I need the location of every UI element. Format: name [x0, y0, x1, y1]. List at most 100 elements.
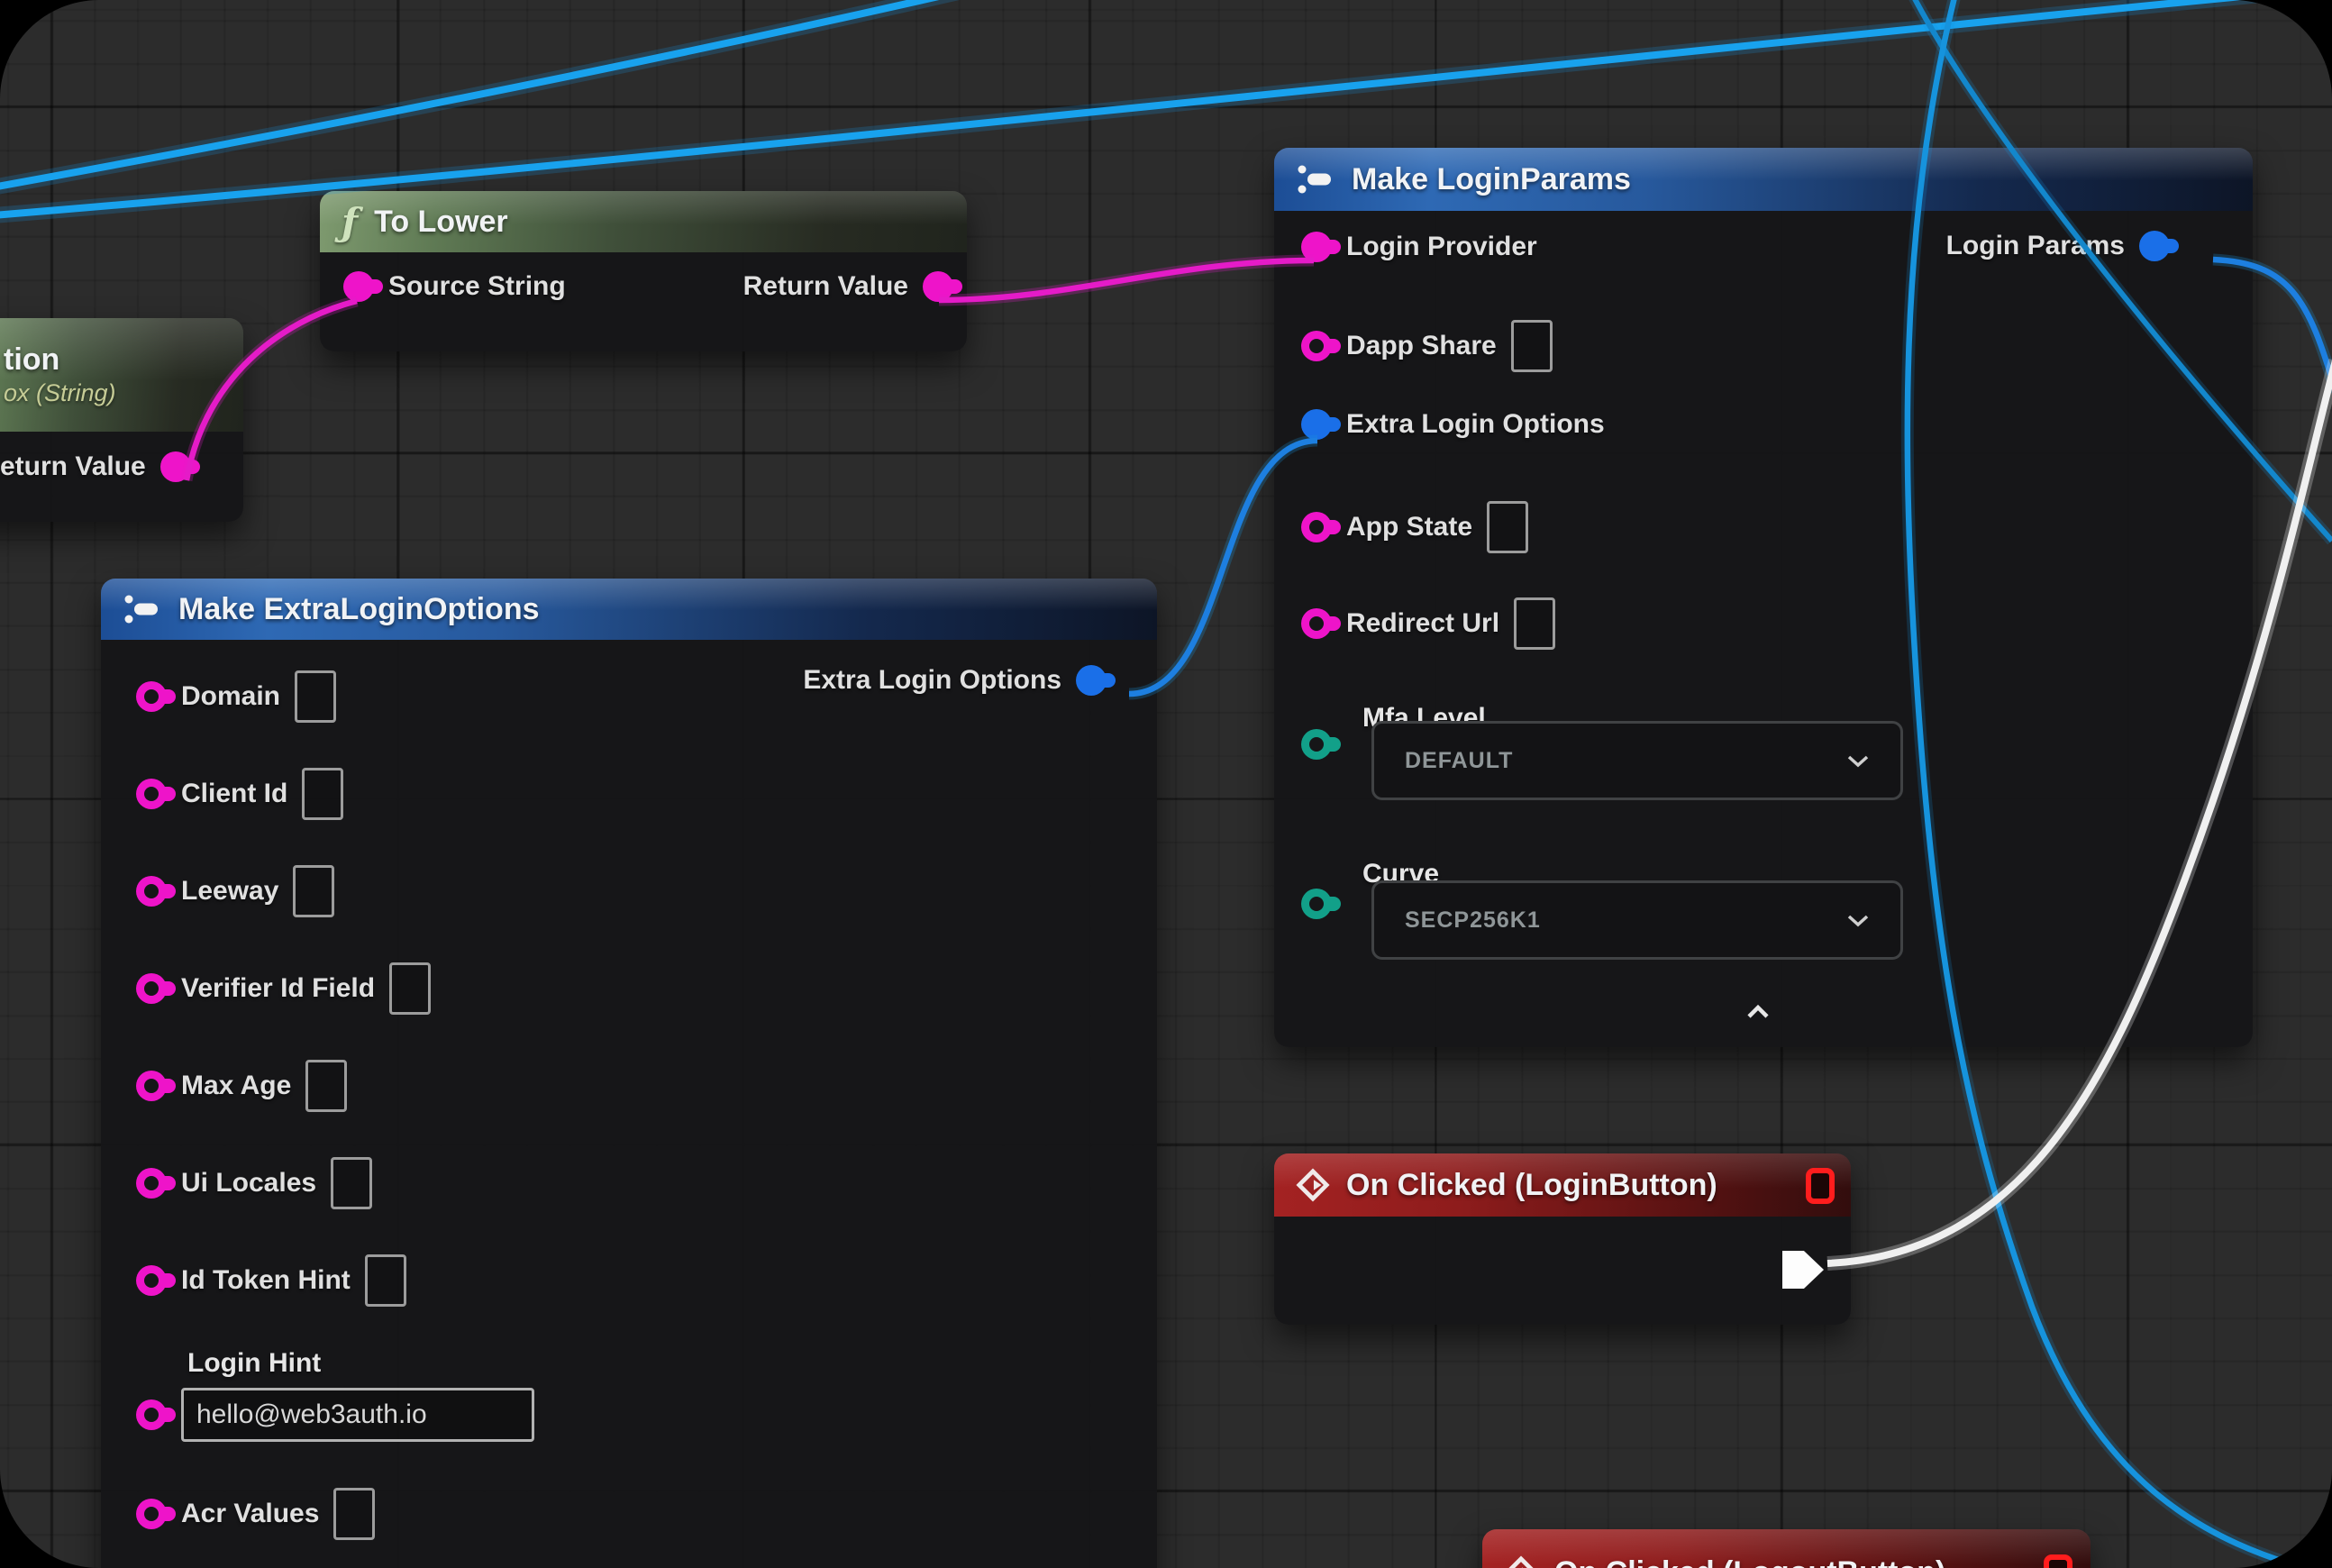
domain-value-box[interactable] — [295, 670, 336, 723]
pin-label: Login Provider — [1346, 232, 1537, 262]
app-state-pin[interactable] — [1301, 512, 1332, 542]
curve-dropdown[interactable]: SECP256K1 — [1371, 880, 1903, 960]
leeway-value-box[interactable] — [293, 865, 334, 917]
dropdown-value: DEFAULT — [1405, 748, 1513, 774]
pin-row-mfa-level — [1301, 729, 1332, 760]
max-age-pin[interactable] — [136, 1071, 167, 1101]
dapp-share-pin[interactable] — [1301, 331, 1332, 361]
pin-row-domain: Domain — [136, 670, 336, 723]
event-diamond-icon — [1296, 1168, 1330, 1202]
node-on-clicked-logout-button[interactable]: On Clicked (LogoutButton) — [1482, 1529, 2091, 1568]
login-hint-label: Login Hint — [187, 1348, 321, 1379]
node-partial-function[interactable]: tion ox (String) — [0, 318, 243, 522]
ui-locales-value-box[interactable] — [331, 1157, 372, 1209]
dapp-share-value-box[interactable] — [1511, 320, 1553, 372]
pin-row-ui-locales: Ui Locales — [136, 1157, 372, 1209]
return-value-pin[interactable] — [160, 451, 191, 482]
mfa-level-pin[interactable] — [1301, 729, 1332, 760]
pin-row-redirect-url: Redirect Url — [1301, 597, 1555, 650]
pin-label: Domain — [181, 681, 280, 712]
chevron-down-icon — [1846, 914, 1870, 927]
login-hint-pin[interactable] — [136, 1399, 167, 1430]
verifier-id-field-pin[interactable] — [136, 973, 167, 1004]
app-state-value-box[interactable] — [1487, 501, 1528, 553]
extra-login-options-output-row: Extra Login Options — [803, 665, 1107, 696]
login-params-output-row: Login Params — [1946, 231, 2170, 261]
pin-row-id-token-hint: Id Token Hint — [136, 1254, 406, 1307]
return-value-pin[interactable] — [923, 271, 953, 302]
node-on-clicked-login-header[interactable]: On Clicked (LoginButton) — [1274, 1153, 1851, 1217]
dropdown-value: SECP256K1 — [1405, 907, 1541, 934]
collapse-pins-button[interactable] — [1744, 1004, 1772, 1025]
pin-label: Id Token Hint — [181, 1265, 351, 1296]
node-subtitle: ox (String) — [4, 379, 116, 407]
chevron-down-icon — [1846, 754, 1870, 768]
exec-out-pin[interactable] — [1782, 1251, 1824, 1289]
id-token-hint-pin[interactable] — [136, 1265, 167, 1296]
node-on-clicked-login-button[interactable]: On Clicked (LoginButton) — [1274, 1153, 1851, 1325]
widget-bind-icon[interactable] — [2044, 1554, 2072, 1568]
pin-label: Redirect Url — [1346, 608, 1499, 639]
pin-row-app-state: App State — [1301, 501, 1528, 553]
curve-pin[interactable] — [1301, 889, 1332, 919]
pin-row-curve — [1301, 889, 1332, 919]
node-title: tion — [4, 342, 59, 378]
max-age-value-box[interactable] — [305, 1060, 347, 1112]
id-token-hint-value-box[interactable] — [365, 1254, 406, 1307]
pin-label: Source String — [388, 271, 566, 302]
pin-row-extra-login-options-in: Extra Login Options — [1301, 409, 1605, 440]
source-string-pin[interactable] — [343, 271, 374, 302]
partial-function-output-row: eturn Value — [0, 451, 191, 482]
client-id-value-box[interactable] — [302, 768, 343, 820]
node-partial-function-header[interactable]: tion ox (String) — [0, 318, 243, 432]
pin-label: Max Age — [181, 1071, 291, 1101]
pin-row-leeway: Leeway — [136, 865, 334, 917]
leeway-pin[interactable] — [136, 876, 167, 907]
pin-label: Ui Locales — [181, 1168, 316, 1199]
pin-label: Acr Values — [181, 1499, 319, 1529]
wire-diagonal-blue-1[interactable] — [0, 0, 982, 189]
client-id-pin[interactable] — [136, 779, 167, 809]
ui-locales-pin[interactable] — [136, 1168, 167, 1199]
pin-label: Dapp Share — [1346, 331, 1497, 361]
redirect-url-pin[interactable] — [1301, 608, 1332, 639]
node-to-lower-header[interactable]: ƒ To Lower — [320, 191, 967, 252]
login-hint-input[interactable] — [181, 1388, 534, 1442]
login-provider-pin[interactable] — [1301, 232, 1332, 262]
to-lower-input-row: Source String — [343, 271, 566, 302]
make-struct-icon — [1296, 161, 1335, 197]
login-params-out-pin[interactable] — [2139, 231, 2170, 261]
pin-label: App State — [1346, 512, 1472, 542]
pin-row-dapp-share: Dapp Share — [1301, 320, 1553, 372]
extra-login-options-in-pin[interactable] — [1301, 409, 1332, 440]
pin-row-verifier-id-field: Verifier Id Field — [136, 962, 431, 1015]
pin-label: Login Params — [1946, 231, 2125, 261]
pin-row-login-hint — [136, 1388, 534, 1442]
extra-login-options-out-pin[interactable] — [1076, 665, 1107, 696]
to-lower-output-row: Return Value — [743, 271, 953, 302]
redirect-url-value-box[interactable] — [1514, 597, 1555, 650]
mfa-level-dropdown[interactable]: DEFAULT — [1371, 721, 1903, 800]
node-make-login-params-header[interactable]: Make LoginParams — [1274, 148, 2253, 211]
pin-row-client-id: Client Id — [136, 768, 343, 820]
blueprint-canvas[interactable]: tion ox (String) eturn Value ƒ To Lower … — [0, 0, 2332, 1568]
pure-function-icon: ƒ — [342, 200, 358, 244]
verifier-id-field-value-box[interactable] — [389, 962, 431, 1015]
pin-label: eturn Value — [0, 451, 146, 482]
acr-values-value-box[interactable] — [333, 1488, 375, 1540]
domain-pin[interactable] — [136, 681, 167, 712]
wire-return-value-to-login-provider[interactable] — [939, 260, 1314, 300]
acr-values-pin[interactable] — [136, 1499, 167, 1529]
pin-label: Leeway — [181, 876, 278, 907]
node-title: Make LoginParams — [1352, 162, 1631, 197]
pin-row-max-age: Max Age — [136, 1060, 347, 1112]
make-struct-icon — [123, 591, 162, 627]
node-make-extra-login-options-header[interactable]: Make ExtraLoginOptions — [101, 579, 1157, 640]
pin-label: Return Value — [743, 271, 908, 302]
node-on-clicked-logout-header[interactable]: On Clicked (LogoutButton) — [1482, 1529, 2091, 1568]
widget-bind-icon[interactable] — [1806, 1168, 1835, 1204]
pin-label: Extra Login Options — [803, 665, 1061, 696]
node-title: On Clicked (LogoutButton) — [1554, 1555, 1945, 1568]
node-title: On Clicked (LoginButton) — [1346, 1168, 1717, 1203]
node-title: To Lower — [374, 205, 508, 240]
